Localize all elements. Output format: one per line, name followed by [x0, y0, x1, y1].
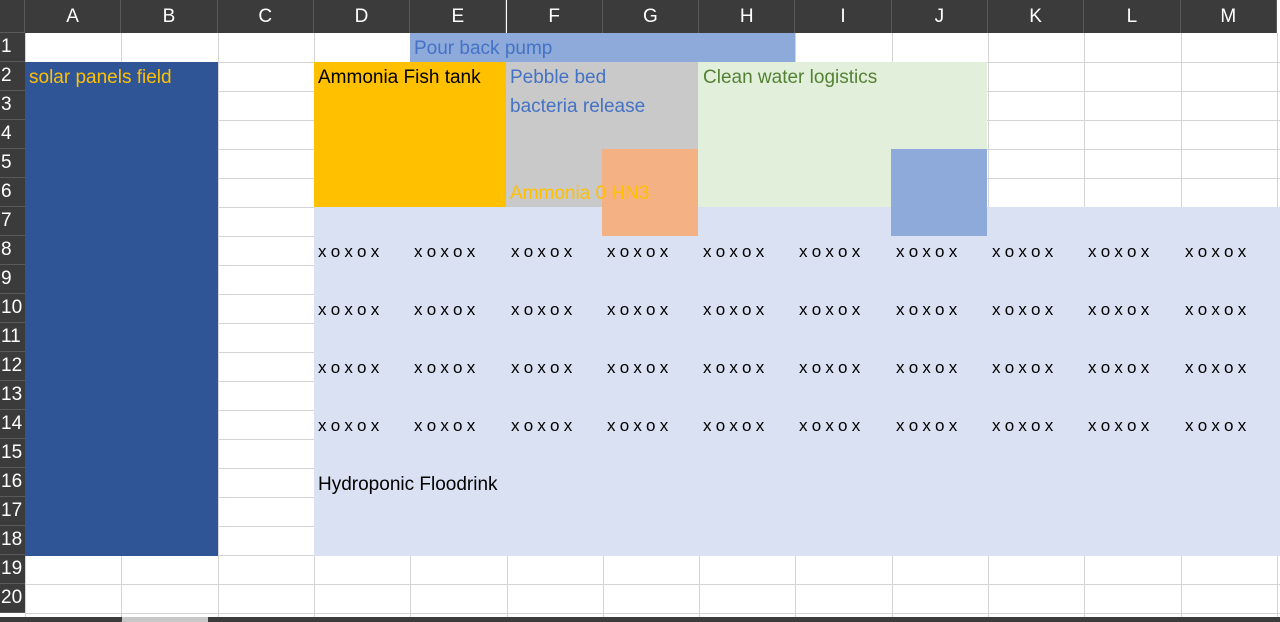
spreadsheet-grid[interactable]: ABCDEFGHIJKLM 1 2 3 4 5 6 7 8 9 10 11 12 13 14 15 16 17 1… — [0, 0, 1280, 622]
row-header-11[interactable]: 11 — [0, 323, 25, 352]
plant-slot: xoxox — [992, 416, 1058, 435]
row-header-15[interactable]: 15 — [0, 439, 25, 468]
plant-slot: xoxox — [511, 358, 577, 377]
row-header-17[interactable]: 17 — [0, 497, 25, 526]
plant-slot: xoxox — [1185, 416, 1251, 435]
plant-slot: xoxox — [992, 242, 1058, 261]
plant-slot: xoxox — [318, 358, 384, 377]
plant-slot: xoxox — [607, 358, 673, 377]
column-header-j[interactable]: J — [891, 0, 988, 33]
select-all-corner[interactable] — [0, 0, 25, 33]
row-header-3[interactable]: 3 — [0, 91, 25, 120]
plant-slot: xoxox — [703, 242, 769, 261]
column-header-m[interactable]: M — [1180, 0, 1277, 33]
plant-slot: xoxox — [1185, 242, 1251, 261]
sheet-tab-active[interactable] — [122, 617, 208, 622]
column-header-k[interactable]: K — [988, 0, 1085, 33]
column-header-l[interactable]: L — [1084, 0, 1181, 33]
row-header-13[interactable]: 13 — [0, 381, 25, 410]
plant-slot: xoxox — [414, 300, 480, 319]
plant-slot: xoxox — [414, 416, 480, 435]
plant-slot: xoxox — [1088, 300, 1154, 319]
row-header-20[interactable]: 20 — [0, 584, 25, 613]
column-header-e[interactable]: E — [410, 0, 507, 33]
row-header-1[interactable]: 1 — [0, 33, 25, 62]
row-header-7[interactable]: 7 — [0, 207, 25, 236]
plant-slot: xoxox — [992, 300, 1058, 319]
row-header-14[interactable]: 14 — [0, 410, 25, 439]
column-header-g[interactable]: G — [602, 0, 700, 33]
column-header-i[interactable]: I — [795, 0, 892, 33]
row-header-18[interactable]: 18 — [0, 526, 25, 555]
column-header-c[interactable]: C — [217, 0, 314, 33]
plant-slot: xoxox — [799, 416, 865, 435]
row-header-8[interactable]: 8 — [0, 236, 25, 265]
plant-slot: xoxox — [1185, 300, 1251, 319]
plant-slot: xoxox — [318, 300, 384, 319]
row-header-9[interactable]: 9 — [0, 265, 25, 294]
plant-slot: xoxox — [318, 242, 384, 261]
plant-slot: xoxox — [703, 416, 769, 435]
plant-slot: xoxox — [799, 242, 865, 261]
plant-slot: xoxox — [1088, 358, 1154, 377]
row-header-12[interactable]: 12 — [0, 352, 25, 381]
row-header-5[interactable]: 5 — [0, 149, 25, 178]
plant-slot: xoxox — [992, 358, 1058, 377]
row-header-16[interactable]: 16 — [0, 468, 25, 497]
plant-slot: xoxox — [1185, 358, 1251, 377]
grid-hline — [25, 613, 1280, 614]
plant-slot: xoxox — [703, 300, 769, 319]
ammonia-hn3-label: Ammonia 0 HN3 — [510, 183, 650, 204]
row-header-2[interactable]: 2 — [0, 62, 25, 91]
plant-slot: xoxox — [511, 242, 577, 261]
row-header-10[interactable]: 10 — [0, 294, 25, 323]
water-outlet-block[interactable] — [891, 149, 987, 236]
column-header-f[interactable]: F — [506, 0, 603, 33]
column-header-h[interactable]: H — [699, 0, 796, 33]
column-header-a[interactable]: A — [25, 0, 122, 33]
plant-slot: xoxox — [799, 358, 865, 377]
plant-slot: xoxox — [607, 300, 673, 319]
plant-slot: xoxox — [703, 358, 769, 377]
pour-back-pump-label: Pour back pump — [414, 38, 553, 59]
row-header-6[interactable]: 6 — [0, 178, 25, 207]
plant-slot: xoxox — [511, 300, 577, 319]
plant-slot: xoxox — [607, 242, 673, 261]
plant-slot: xoxox — [799, 300, 865, 319]
plant-slot: xoxox — [414, 358, 480, 377]
pebble-bed-label: Pebble bed — [510, 67, 607, 88]
column-header-b[interactable]: B — [121, 0, 218, 33]
column-header-d[interactable]: D — [313, 0, 411, 33]
plant-slot: xoxox — [1088, 242, 1154, 261]
plant-slot: xoxox — [607, 416, 673, 435]
plant-slot: xoxox — [896, 358, 962, 377]
grid-hline — [25, 584, 1280, 585]
plant-slot: xoxox — [1088, 416, 1154, 435]
grid-vline — [218, 33, 219, 622]
clean-water-logistics-label: Clean water logistics — [703, 67, 878, 88]
solar-panels-block[interactable] — [25, 62, 218, 556]
hydroponic-floodrink-label: Hydroponic Floodrink — [318, 474, 498, 495]
plant-slot: xoxox — [414, 242, 480, 261]
plant-slot: xoxox — [896, 242, 962, 261]
ammonia-fish-tank-label: Ammonia Fish tank — [318, 67, 481, 88]
row-header-19[interactable]: 19 — [0, 555, 25, 584]
plant-slot: xoxox — [896, 416, 962, 435]
solar-panels-label: solar panels field — [29, 67, 172, 88]
bacteria-release-label: bacteria release — [510, 96, 646, 117]
plant-slot: xoxox — [896, 300, 962, 319]
row-header-4[interactable]: 4 — [0, 120, 25, 149]
plant-slot: xoxox — [511, 416, 577, 435]
plant-slot: xoxox — [318, 416, 384, 435]
